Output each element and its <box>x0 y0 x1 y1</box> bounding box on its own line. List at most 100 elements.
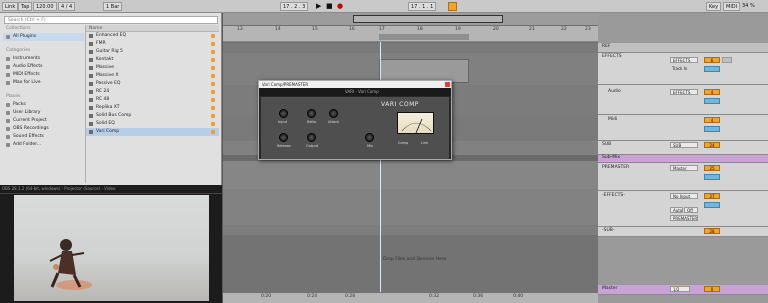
list-item[interactable]: Massive X <box>86 72 219 80</box>
link-button[interactable]: Link <box>2 2 19 11</box>
arrangement-overview[interactable] <box>223 13 598 25</box>
sidebar-item-obs-recordings[interactable]: OBS Recordings <box>3 125 84 133</box>
track-lane-premaster[interactable] <box>223 161 598 189</box>
monitor-auto-button[interactable]: Auto <box>670 207 683 213</box>
record-icon[interactable]: ● <box>337 2 343 11</box>
list-item[interactable]: Passive EQ <box>86 80 219 88</box>
track-row[interactable]: EFFECTS EFFECTS Track In 6 <box>598 53 768 85</box>
metronome-quantization[interactable]: 1 Bar <box>103 2 123 11</box>
favorite-icon[interactable] <box>211 50 215 54</box>
input-knob[interactable] <box>279 109 288 118</box>
list-item[interactable]: Kontakt <box>86 56 219 64</box>
comp-toggle[interactable]: Comp <box>398 141 408 145</box>
favorite-icon[interactable] <box>211 90 215 94</box>
list-item[interactable]: Solid EQ <box>86 120 219 128</box>
send-field[interactable] <box>704 202 720 208</box>
volume-field[interactable]: 24 <box>704 142 720 148</box>
plugin-window-title[interactable]: Vari Comp/PREMASTER <box>259 81 451 88</box>
key-map-button[interactable]: Key <box>706 2 722 11</box>
pan-field[interactable] <box>722 57 732 63</box>
time-ruler[interactable]: 0:20 0:24 0:28 0:32 0:36 0:40 <box>223 293 598 303</box>
monitor-off-button[interactable]: Off <box>684 207 698 213</box>
play-icon[interactable]: ▶ <box>316 2 321 11</box>
mix-knob[interactable] <box>365 133 374 142</box>
sidebar-item-current-project[interactable]: Current Project <box>3 117 84 125</box>
send-field[interactable] <box>704 174 720 180</box>
favorite-icon[interactable] <box>211 74 215 78</box>
output-routing-select[interactable]: EFFECTS <box>670 89 698 95</box>
plugin-preset-bar[interactable]: VARI - Vari Comp <box>259 88 451 96</box>
drop-area[interactable] <box>223 235 598 293</box>
output-knob[interactable] <box>307 133 316 142</box>
favorite-icon[interactable] <box>211 66 215 70</box>
song-position[interactable]: 17 . 2 . 3 <box>280 2 309 11</box>
attack-knob[interactable] <box>329 109 338 118</box>
sidebar-item-sound-effects[interactable]: Sound Effects <box>3 133 84 141</box>
track-row[interactable]: Midi 4 <box>598 115 768 141</box>
volume-field[interactable]: 28 <box>704 228 720 234</box>
track-lane-sub-group[interactable] <box>223 225 598 235</box>
sidebar-item-add-folder[interactable]: Add Folder... <box>3 141 84 149</box>
volume-field[interactable]: 0 <box>704 286 720 292</box>
track-row[interactable]: -EFFECTS- No Input Auto Off PREMASTER 27 <box>598 191 768 227</box>
time-signature-field[interactable]: 4 / 4 <box>58 2 76 11</box>
sidebar-item-user-library[interactable]: User Library <box>3 109 84 117</box>
track-row[interactable]: PREMASTER Master 25 <box>598 163 768 191</box>
release-knob[interactable] <box>279 133 288 142</box>
stop-icon[interactable]: ■ <box>326 2 333 11</box>
tempo-field[interactable]: 120.00 <box>33 2 57 11</box>
output-routing-select[interactable]: Master <box>670 165 698 171</box>
loop-start-field[interactable]: 17 . 1 . 1 <box>408 2 437 11</box>
volume-field[interactable]: 27 <box>704 193 720 199</box>
output-routing-select[interactable]: SUB <box>670 142 698 148</box>
volume-field[interactable]: 4 <box>704 117 720 123</box>
list-item[interactable]: Massive <box>86 64 219 72</box>
ratio-knob[interactable] <box>307 109 316 118</box>
send-field[interactable] <box>704 66 720 72</box>
favorite-icon[interactable] <box>211 82 215 86</box>
list-item[interactable]: Solid Bus Comp <box>86 112 219 120</box>
list-item[interactable]: Guitar Rig 5 <box>86 48 219 56</box>
input-routing-select[interactable]: No Input <box>670 193 698 199</box>
output-routing-select[interactable]: EFFECTS <box>670 57 698 63</box>
track-row[interactable]: Master 1/2 0 <box>598 285 768 295</box>
favorite-icon[interactable] <box>211 130 215 134</box>
loop-toggle[interactable] <box>448 2 457 11</box>
output-routing-select[interactable]: 1/2 <box>670 286 690 292</box>
sidebar-item-instruments[interactable]: Instruments <box>3 55 84 63</box>
favorite-icon[interactable] <box>211 42 215 46</box>
browser-search-input[interactable]: Search (Ctrl + F) <box>4 16 218 24</box>
plugin-window[interactable]: Vari Comp/PREMASTER VARI - Vari Comp VAR… <box>258 80 452 160</box>
sidebar-item-max-for-live[interactable]: Max for Live <box>3 79 84 87</box>
volume-field[interactable]: 6 <box>704 57 720 63</box>
volume-field[interactable]: 25 <box>704 165 720 171</box>
favorite-icon[interactable] <box>211 106 215 110</box>
link-toggle[interactable]: Link <box>421 141 428 145</box>
track-row[interactable]: SUB SUB 24 <box>598 141 768 155</box>
beat-ruler[interactable]: 13 14 15 16 17 18 19 20 21 22 23 <box>223 26 598 42</box>
volume-field[interactable]: 4 <box>704 89 720 95</box>
sidebar-item-audio-effects[interactable]: Audio Effects <box>3 63 84 71</box>
list-item[interactable]: RC 48 <box>86 96 219 104</box>
track-row[interactable]: REF <box>598 43 768 53</box>
list-item[interactable]: Enhanced EQ <box>86 32 219 40</box>
send-field[interactable] <box>704 126 720 132</box>
track-row[interactable]: Sub-Mix <box>598 155 768 163</box>
favorite-icon[interactable] <box>211 34 215 38</box>
output-routing-select[interactable]: PREMASTER <box>670 215 698 221</box>
list-item[interactable]: Replika XT <box>86 104 219 112</box>
sidebar-item-all-plugins[interactable]: All Plugins <box>3 33 84 41</box>
close-icon[interactable] <box>445 82 450 87</box>
favorite-icon[interactable] <box>211 114 215 118</box>
track-lane-ref[interactable] <box>223 43 598 53</box>
favorite-icon[interactable] <box>211 58 215 62</box>
track-lane-effects-group[interactable] <box>223 189 598 225</box>
sidebar-item-packs[interactable]: Packs <box>3 101 84 109</box>
sidebar-item-midi-effects[interactable]: MIDI Effects <box>3 71 84 79</box>
track-row[interactable]: Audio EFFECTS 4 <box>598 85 768 115</box>
favorite-icon[interactable] <box>211 122 215 126</box>
list-item[interactable]: RC 24 <box>86 88 219 96</box>
tap-button[interactable]: Tap <box>18 2 33 11</box>
send-field[interactable] <box>704 98 720 104</box>
track-row[interactable]: -SUB- 28 <box>598 227 768 237</box>
